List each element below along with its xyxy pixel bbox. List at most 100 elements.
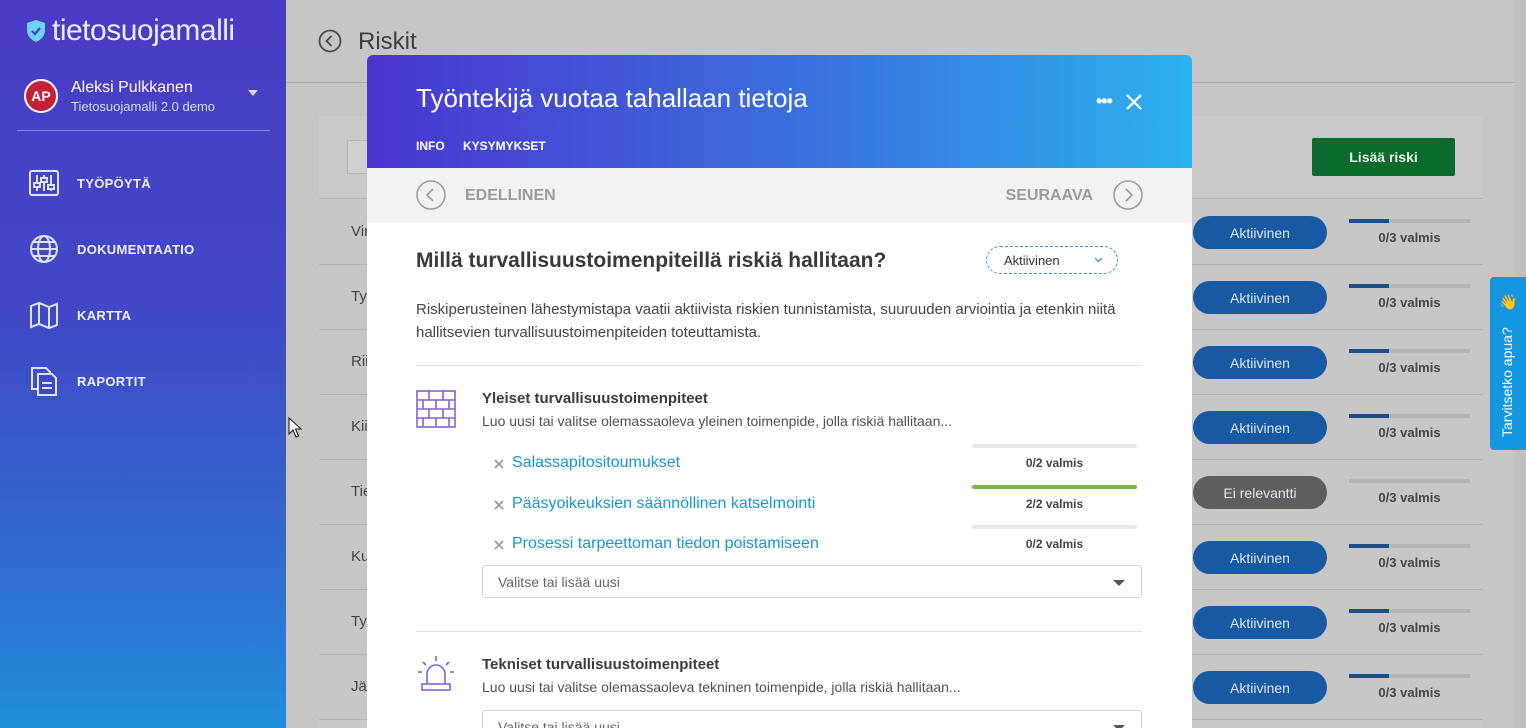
status-badge[interactable]: Aktiivinen: [1193, 541, 1327, 574]
modal-navigation: EDELLINEN SEURAAVA: [367, 168, 1192, 223]
progress-text: 0/3 valmis: [1378, 555, 1441, 570]
remove-icon[interactable]: [493, 499, 505, 511]
technical-measures-description: Luo uusi tai valitse olemassaoleva tekni…: [482, 679, 961, 695]
divider: [416, 631, 1142, 632]
progress-bar: [1349, 609, 1470, 613]
sidebar-item-label: KARTTA: [77, 307, 132, 323]
measure-item: Prosessi tarpeettoman tiedon poistamisee…: [493, 525, 1143, 567]
measure-item: Pääsyoikeuksien säännöllinen katselmoint…: [493, 484, 1143, 527]
tab-kysymykset[interactable]: KYSYMYKSET: [463, 139, 546, 153]
help-tab[interactable]: 👋 Tarvitsetko apua?: [1490, 277, 1526, 450]
sidebar-nav: TYÖPÖYTÄ DOKUMENTAATIO KARTTA RAPORTIT: [28, 150, 195, 414]
tab-info[interactable]: INFO: [416, 139, 445, 153]
logo-text: tietosuojamalli: [52, 14, 235, 47]
progress-bar-fill: [972, 484, 1137, 489]
risk-name: Kii: [351, 418, 368, 435]
status-badge[interactable]: Aktiivinen: [1193, 671, 1327, 704]
app-logo[interactable]: tietosuojamalli: [26, 14, 235, 48]
sliders-icon: [29, 170, 59, 196]
previous-button[interactable]: EDELLINEN: [465, 187, 556, 205]
progress-text: 0/2 valmis: [1025, 537, 1084, 551]
page-title: Riskit: [358, 28, 417, 55]
general-measures-title: Yleiset turvallisuustoimenpiteet: [482, 390, 708, 407]
sidebar: tietosuojamalli AP Aleksi Pulkkanen Tiet…: [0, 0, 286, 728]
technical-measure-select[interactable]: Valitse tai lisää uusi: [482, 710, 1142, 728]
brick-wall-icon: [416, 390, 456, 428]
progress-text: 0/3 valmis: [1378, 425, 1441, 440]
close-icon[interactable]: [1124, 92, 1144, 112]
alarm-light-icon: [418, 656, 454, 691]
sidebar-divider: [17, 130, 270, 131]
shield-icon: [27, 20, 45, 42]
progress-bar: [1349, 219, 1470, 223]
add-risk-button[interactable]: Lisää riski: [1312, 138, 1455, 176]
chevron-down-icon: [1094, 257, 1103, 263]
remove-icon[interactable]: [493, 539, 505, 551]
progress-bar: [1349, 544, 1470, 548]
user-menu[interactable]: AP Aleksi Pulkkanen Tietosuojamalli 2.0 …: [24, 76, 270, 116]
progress-bar: [1349, 414, 1470, 418]
technical-measures-title: Tekniset turvallisuustoimenpiteet: [482, 656, 720, 673]
status-badge[interactable]: Aktiivinen: [1193, 606, 1327, 639]
progress-bar-fill: [1349, 219, 1389, 223]
divider: [416, 365, 1142, 366]
status-badge[interactable]: Aktiivinen: [1193, 346, 1327, 379]
user-organization: Tietosuojamalli 2.0 demo: [71, 98, 216, 114]
measure-link[interactable]: Pääsyoikeuksien säännöllinen katselmoint…: [512, 495, 815, 513]
progress-bar-fill: [1349, 349, 1389, 353]
question-description: Riskiperusteinen lähestymistapa vaatii a…: [416, 301, 1116, 341]
chevron-left-icon[interactable]: [416, 180, 446, 210]
risk-modal: Työntekijä vuotaa tahallaan tietoja ••• …: [367, 55, 1192, 728]
globe-icon: [30, 235, 58, 263]
chevron-right-icon[interactable]: [1113, 180, 1143, 210]
progress-text: 0/2 valmis: [1025, 456, 1084, 470]
sidebar-item-label: TYÖPÖYTÄ: [77, 175, 151, 191]
risk-name: Rii: [351, 353, 369, 370]
risk-name: Ty: [351, 613, 367, 630]
modal-header: Työntekijä vuotaa tahallaan tietoja ••• …: [367, 55, 1192, 168]
progress-bar: [972, 525, 1137, 529]
avatar: AP: [24, 79, 58, 113]
general-measure-select[interactable]: Valitse tai lisää uusi: [482, 565, 1142, 598]
progress-bar-fill: [1349, 544, 1389, 548]
progress-bar-fill: [1349, 414, 1389, 418]
progress-bar: [1349, 284, 1470, 288]
remove-icon[interactable]: [493, 458, 505, 470]
sidebar-item-label: RAPORTIT: [77, 373, 146, 389]
back-arrow-icon[interactable]: [318, 29, 342, 53]
sidebar-item-raportit[interactable]: RAPORTIT: [28, 348, 195, 414]
wave-icon: 👋: [1499, 294, 1518, 311]
progress-text: 0/3 valmis: [1378, 490, 1441, 505]
progress-bar: [972, 484, 1137, 489]
more-options-icon[interactable]: •••: [1096, 91, 1114, 111]
measure-item: Salassapitositoumukset 0/2 valmis: [493, 444, 1143, 486]
progress-bar: [1349, 479, 1470, 483]
status-badge[interactable]: Aktiivinen: [1193, 281, 1327, 314]
next-button[interactable]: SEURAAVA: [1006, 187, 1093, 205]
measure-link[interactable]: Prosessi tarpeettoman tiedon poistamisee…: [512, 535, 819, 553]
sidebar-item-dokumentaatio[interactable]: DOKUMENTAATIO: [28, 216, 195, 282]
sidebar-item-kartta[interactable]: KARTTA: [28, 282, 195, 348]
measure-link[interactable]: Salassapitositoumukset: [512, 454, 680, 472]
progress-bar-fill: [1349, 674, 1389, 678]
documents-icon: [31, 367, 57, 396]
progress-text: 0/3 valmis: [1378, 360, 1441, 375]
sidebar-item-label: DOKUMENTAATIO: [77, 241, 195, 257]
caret-down-icon[interactable]: [248, 90, 258, 96]
progress-bar: [1349, 349, 1470, 353]
modal-title: Työntekijä vuotaa tahallaan tietoja: [416, 83, 808, 113]
status-badge[interactable]: Aktiivinen: [1193, 411, 1327, 444]
question-title: Millä turvallisuustoimenpiteillä riskiä …: [416, 249, 887, 272]
sidebar-item-tyopoyta[interactable]: TYÖPÖYTÄ: [28, 150, 195, 216]
select-placeholder: Valitse tai lisää uusi: [498, 574, 620, 590]
progress-text: 2/2 valmis: [1025, 496, 1084, 511]
status-badge[interactable]: Aktiivinen: [1193, 216, 1327, 249]
status-select[interactable]: Aktiivinen: [986, 246, 1118, 274]
progress-bar: [1349, 674, 1470, 678]
mouse-cursor-icon: [288, 417, 302, 438]
progress-text: 0/3 valmis: [1378, 230, 1441, 245]
progress-bar-fill: [1349, 284, 1389, 288]
status-badge[interactable]: Ei relevantti: [1193, 476, 1327, 509]
caret-down-icon: [1113, 580, 1125, 586]
help-label: Tarvitsetko apua?: [1499, 327, 1515, 437]
